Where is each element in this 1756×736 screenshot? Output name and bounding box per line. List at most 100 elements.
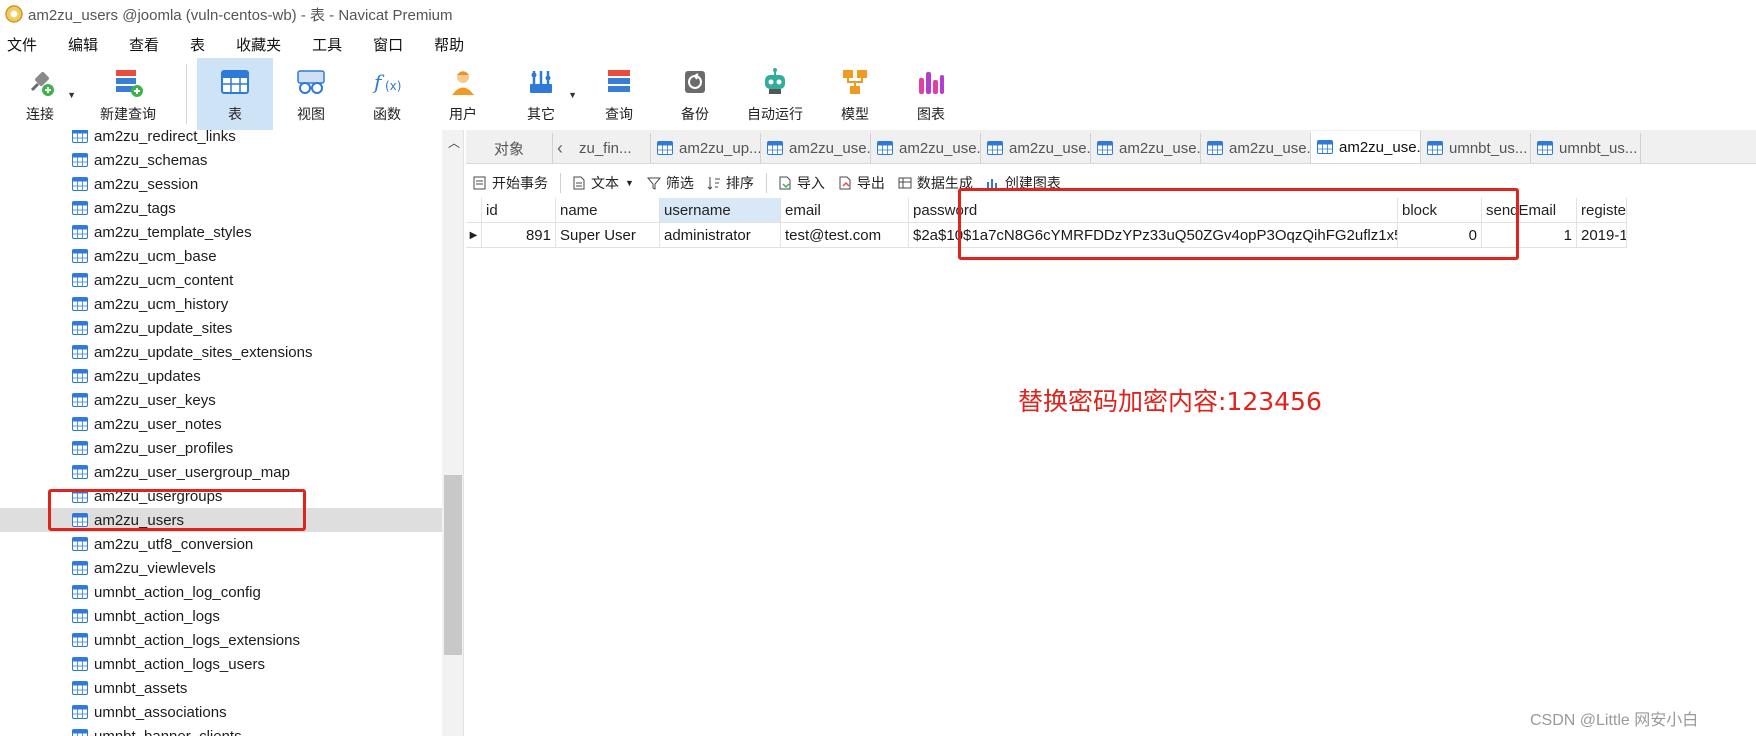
column-header-email[interactable]: email <box>781 198 909 223</box>
sidebar-item-am2zu-ucm-history[interactable]: am2zu_ucm_history <box>0 292 442 316</box>
sidebar-item-am2zu-schemas[interactable]: am2zu_schemas <box>0 148 442 172</box>
sidebar-item-label: umnbt_associations <box>94 703 227 721</box>
chevron-down-icon[interactable]: ▼ <box>67 90 76 100</box>
sidebar-item-umnbt-action-logs-users[interactable]: umnbt_action_logs_users <box>0 652 442 676</box>
column-header-id[interactable]: id <box>482 198 556 223</box>
svg-text:f: f <box>372 70 385 94</box>
sidebar-item-umnbt-banner-clients[interactable]: umnbt_banner_clients <box>0 724 442 736</box>
chevron-left-icon[interactable]: ‹ <box>553 133 573 163</box>
sidebar-item-am2zu-viewlevels[interactable]: am2zu_viewlevels <box>0 556 442 580</box>
menu-table[interactable]: 表 <box>183 34 213 55</box>
table-button[interactable]: 表 <box>197 58 273 130</box>
sidebar-item-am2zu-session[interactable]: am2zu_session <box>0 172 442 196</box>
user-icon <box>452 71 474 95</box>
user-button[interactable]: 用户 <box>425 58 501 130</box>
table-icon <box>1317 140 1333 154</box>
tab-8[interactable]: umnbt_us... <box>1421 133 1531 163</box>
query-button[interactable]: 查询 <box>581 58 657 130</box>
new-query-label: 新建查询 <box>100 106 156 122</box>
sidebar-item-am2zu-ucm-content[interactable]: am2zu_ucm_content <box>0 268 442 292</box>
menu-help[interactable]: 帮助 <box>427 34 472 55</box>
table-icon <box>877 141 893 155</box>
tab-4[interactable]: am2zu_use... <box>981 133 1091 163</box>
sidebar-item-label: am2zu_user_usergroup_map <box>94 463 290 481</box>
cell-name[interactable]: Super User <box>556 223 660 248</box>
tab-2[interactable]: am2zu_use... <box>761 133 871 163</box>
cell-username[interactable]: administrator <box>660 223 781 248</box>
menu-window[interactable]: 窗口 <box>366 34 411 55</box>
sidebar-item-label: am2zu_tags <box>94 199 176 217</box>
export-button[interactable]: 导出 <box>837 173 885 193</box>
menu-edit[interactable]: 编辑 <box>61 34 106 55</box>
new-query-button[interactable]: 新建查询 <box>80 58 176 130</box>
filter-button[interactable]: 筛选 <box>646 173 694 193</box>
sidebar-scrollbar-thumb[interactable] <box>444 475 462 655</box>
menu-tools[interactable]: 工具 <box>305 34 350 55</box>
sidebar-item-am2zu-ucm-base[interactable]: am2zu_ucm_base <box>0 244 442 268</box>
tab-0[interactable]: zu_fin... <box>573 133 651 163</box>
sidebar-item-umnbt-action-logs[interactable]: umnbt_action_logs <box>0 604 442 628</box>
sort-button[interactable]: 排序 <box>706 173 754 193</box>
sidebar-item-umnbt-assets[interactable]: umnbt_assets <box>0 676 442 700</box>
sidebar-item-label: umnbt_action_logs_users <box>94 655 265 673</box>
row-marker-header <box>466 198 482 223</box>
tab-9[interactable]: umnbt_us... <box>1531 133 1641 163</box>
menu-favorites[interactable]: 收藏夹 <box>229 34 289 55</box>
view-button[interactable]: 视图 <box>273 58 349 130</box>
sidebar-item-am2zu-updates[interactable]: am2zu_updates <box>0 364 442 388</box>
other-button[interactable]: 其它 ▼ <box>501 58 581 130</box>
sidebar-item-am2zu-template-styles[interactable]: am2zu_template_styles <box>0 220 442 244</box>
table-icon <box>1427 141 1443 155</box>
scroll-up-icon[interactable]: ︿ <box>448 134 460 151</box>
sidebar-item-umnbt-associations[interactable]: umnbt_associations <box>0 700 442 724</box>
cell-email[interactable]: test@test.com <box>781 223 909 248</box>
sidebar-item-am2zu-user-usergroup-map[interactable]: am2zu_user_usergroup_map <box>0 460 442 484</box>
tab-7[interactable]: am2zu_use... <box>1311 131 1421 163</box>
tab-5[interactable]: am2zu_use... <box>1091 133 1201 163</box>
function-button[interactable]: f (x) 函数 <box>349 58 425 130</box>
tab-objects[interactable]: 对象 <box>466 133 553 163</box>
chevron-down-icon[interactable]: ▼ <box>568 90 577 100</box>
table-icon <box>72 681 88 695</box>
sidebar-item-am2zu-tags[interactable]: am2zu_tags <box>0 196 442 220</box>
chart-button[interactable]: 图表 <box>893 58 969 130</box>
view-icon <box>297 70 325 94</box>
auto-run-button[interactable]: 自动运行 <box>733 58 817 130</box>
sidebar-item-umnbt-action-log-config[interactable]: umnbt_action_log_config <box>0 580 442 604</box>
export-label: 导出 <box>856 175 885 191</box>
cell-id[interactable]: 891 <box>482 223 556 248</box>
model-button[interactable]: 模型 <box>817 58 893 130</box>
sidebar-item-am2zu-user-profiles[interactable]: am2zu_user_profiles <box>0 436 442 460</box>
sidebar-item-am2zu-update-sites-extensions[interactable]: am2zu_update_sites_extensions <box>0 340 442 364</box>
cell-registe[interactable]: 2019-1 <box>1577 223 1627 248</box>
column-header-registe[interactable]: registe <box>1577 198 1627 223</box>
sidebar-item-am2zu-user-keys[interactable]: am2zu_user_keys <box>0 388 442 412</box>
sort-icon <box>707 177 720 190</box>
sidebar-item-am2zu-redirect-links[interactable]: am2zu_redirect_links <box>0 130 442 148</box>
text-view-button[interactable]: 文本 ▼ <box>571 173 634 193</box>
column-header-name[interactable]: name <box>556 198 660 223</box>
menu-view[interactable]: 查看 <box>122 34 167 55</box>
tab-3[interactable]: am2zu_use... <box>871 133 981 163</box>
sidebar-item-am2zu-utf8-conversion[interactable]: am2zu_utf8_conversion <box>0 532 442 556</box>
transaction-icon <box>473 176 486 190</box>
sidebar-item-umnbt-action-logs-extensions[interactable]: umnbt_action_logs_extensions <box>0 628 442 652</box>
chart-icon <box>919 72 944 94</box>
connect-button[interactable]: 连接 ▼ <box>0 58 80 130</box>
sidebar-item-label: am2zu_user_profiles <box>94 439 234 457</box>
chevron-down-icon[interactable]: ▼ <box>625 178 634 188</box>
menu-file[interactable]: 文件 <box>0 34 45 55</box>
sort-label: 排序 <box>725 175 754 191</box>
table-icon <box>72 441 88 455</box>
sidebar-item-am2zu-user-notes[interactable]: am2zu_user_notes <box>0 412 442 436</box>
begin-transaction-button[interactable]: 开始事务 <box>472 173 548 193</box>
backup-button[interactable]: 备份 <box>657 58 733 130</box>
model-label: 模型 <box>841 106 869 122</box>
sidebar-item-am2zu-update-sites[interactable]: am2zu_update_sites <box>0 316 442 340</box>
tab-1[interactable]: am2zu_up... <box>651 133 761 163</box>
backup-label: 备份 <box>681 106 709 122</box>
query-icon <box>608 70 630 92</box>
column-header-username[interactable]: username <box>660 198 781 223</box>
tab-6[interactable]: am2zu_use... <box>1201 133 1311 163</box>
import-button[interactable]: 导入 <box>777 173 825 193</box>
